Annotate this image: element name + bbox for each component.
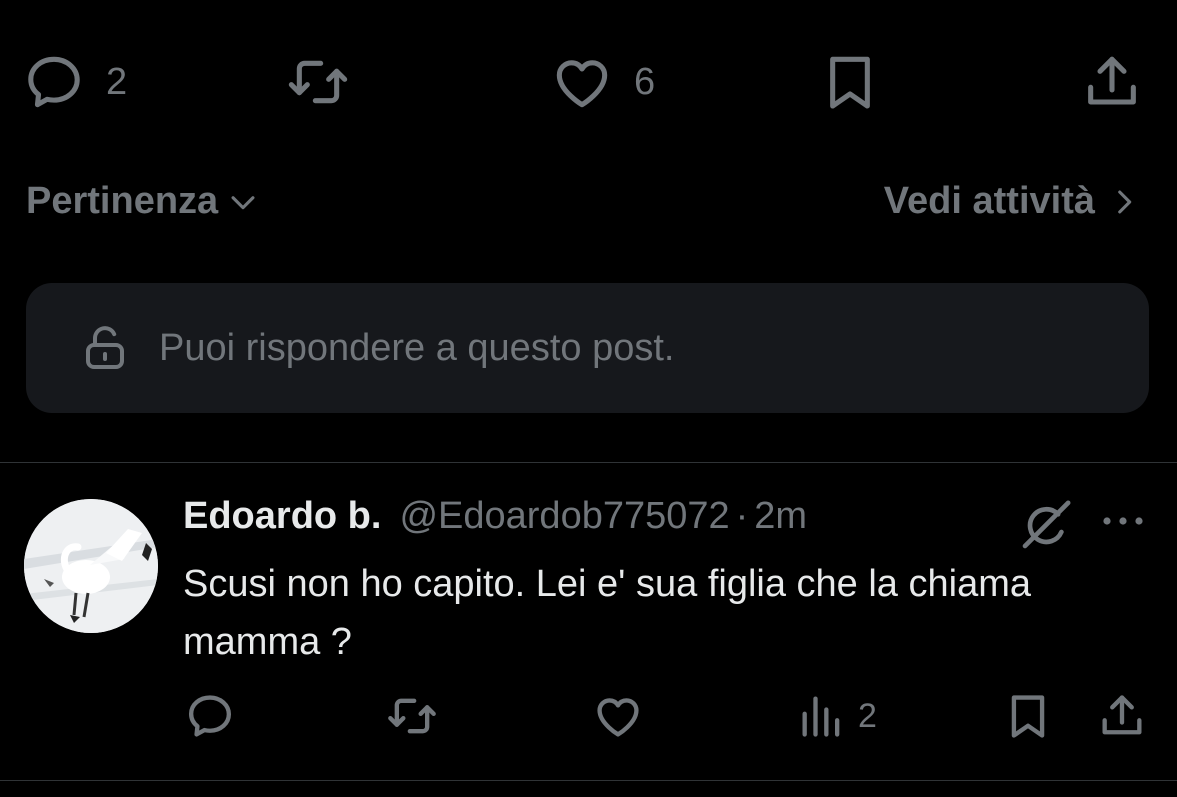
post-action-bar: 2	[0, 688, 1177, 744]
unlock-icon	[81, 324, 129, 372]
post-retweet-button[interactable]	[386, 688, 438, 744]
post-bookmark-button[interactable]	[1002, 688, 1054, 744]
post-time[interactable]: 2m	[754, 495, 807, 538]
heart-icon	[550, 50, 614, 114]
reply-post[interactable]: Edoardo b. @Edoardob775072 · 2m Scusi no…	[0, 463, 1177, 780]
separator: ·	[735, 495, 749, 537]
user-handle[interactable]: @Edoardob775072	[399, 495, 729, 538]
retweet-icon	[386, 690, 438, 742]
post-views-button[interactable]: 2	[796, 688, 877, 744]
post-share-button[interactable]	[1096, 688, 1148, 744]
views-chart-icon	[796, 690, 848, 742]
share-icon	[1080, 50, 1144, 114]
post-header: Edoardo b. @Edoardob775072 · 2m	[183, 495, 807, 538]
post-like-button[interactable]	[592, 688, 644, 744]
reply-button[interactable]: 2	[22, 52, 127, 112]
replies-sort-row: Pertinenza Vedi attività	[0, 180, 1177, 236]
view-activity-link[interactable]: Vedi attività	[884, 180, 1141, 223]
view-activity-label: Vedi attività	[883, 180, 1095, 222]
reply-count: 2	[106, 60, 128, 103]
share-icon	[1096, 690, 1148, 742]
sort-dropdown[interactable]: Pertinenza	[26, 180, 260, 223]
reply-icon	[184, 690, 236, 742]
like-button[interactable]: 6	[550, 52, 655, 112]
tweet-action-bar: 2 6	[0, 0, 1177, 170]
display-name[interactable]: Edoardo b.	[183, 495, 381, 538]
bookmark-icon	[818, 50, 882, 114]
bookmark-icon	[1002, 690, 1054, 742]
divider	[0, 780, 1177, 781]
sort-label: Pertinenza	[26, 180, 219, 222]
avatar[interactable]	[24, 499, 158, 633]
reply-permission-box: Puoi rispondere a questo post.	[26, 283, 1149, 413]
post-text: Scusi non ho capito. Lei e' sua figlia c…	[183, 563, 1031, 663]
bookmark-button[interactable]	[818, 52, 882, 112]
chevron-right-icon	[1107, 185, 1141, 219]
chevron-down-icon	[226, 185, 260, 219]
views-count: 2	[858, 696, 877, 735]
heart-icon	[592, 690, 644, 742]
post-reply-button[interactable]	[184, 688, 236, 744]
like-count: 6	[634, 60, 656, 103]
retweet-icon	[286, 50, 350, 114]
grok-icon[interactable]	[1018, 497, 1074, 553]
retweet-button[interactable]	[286, 52, 350, 112]
reply-icon	[22, 50, 86, 114]
share-button[interactable]	[1080, 52, 1144, 112]
reply-permission-text: Puoi rispondere a questo post.	[159, 326, 675, 369]
more-options-icon[interactable]	[1098, 503, 1148, 539]
